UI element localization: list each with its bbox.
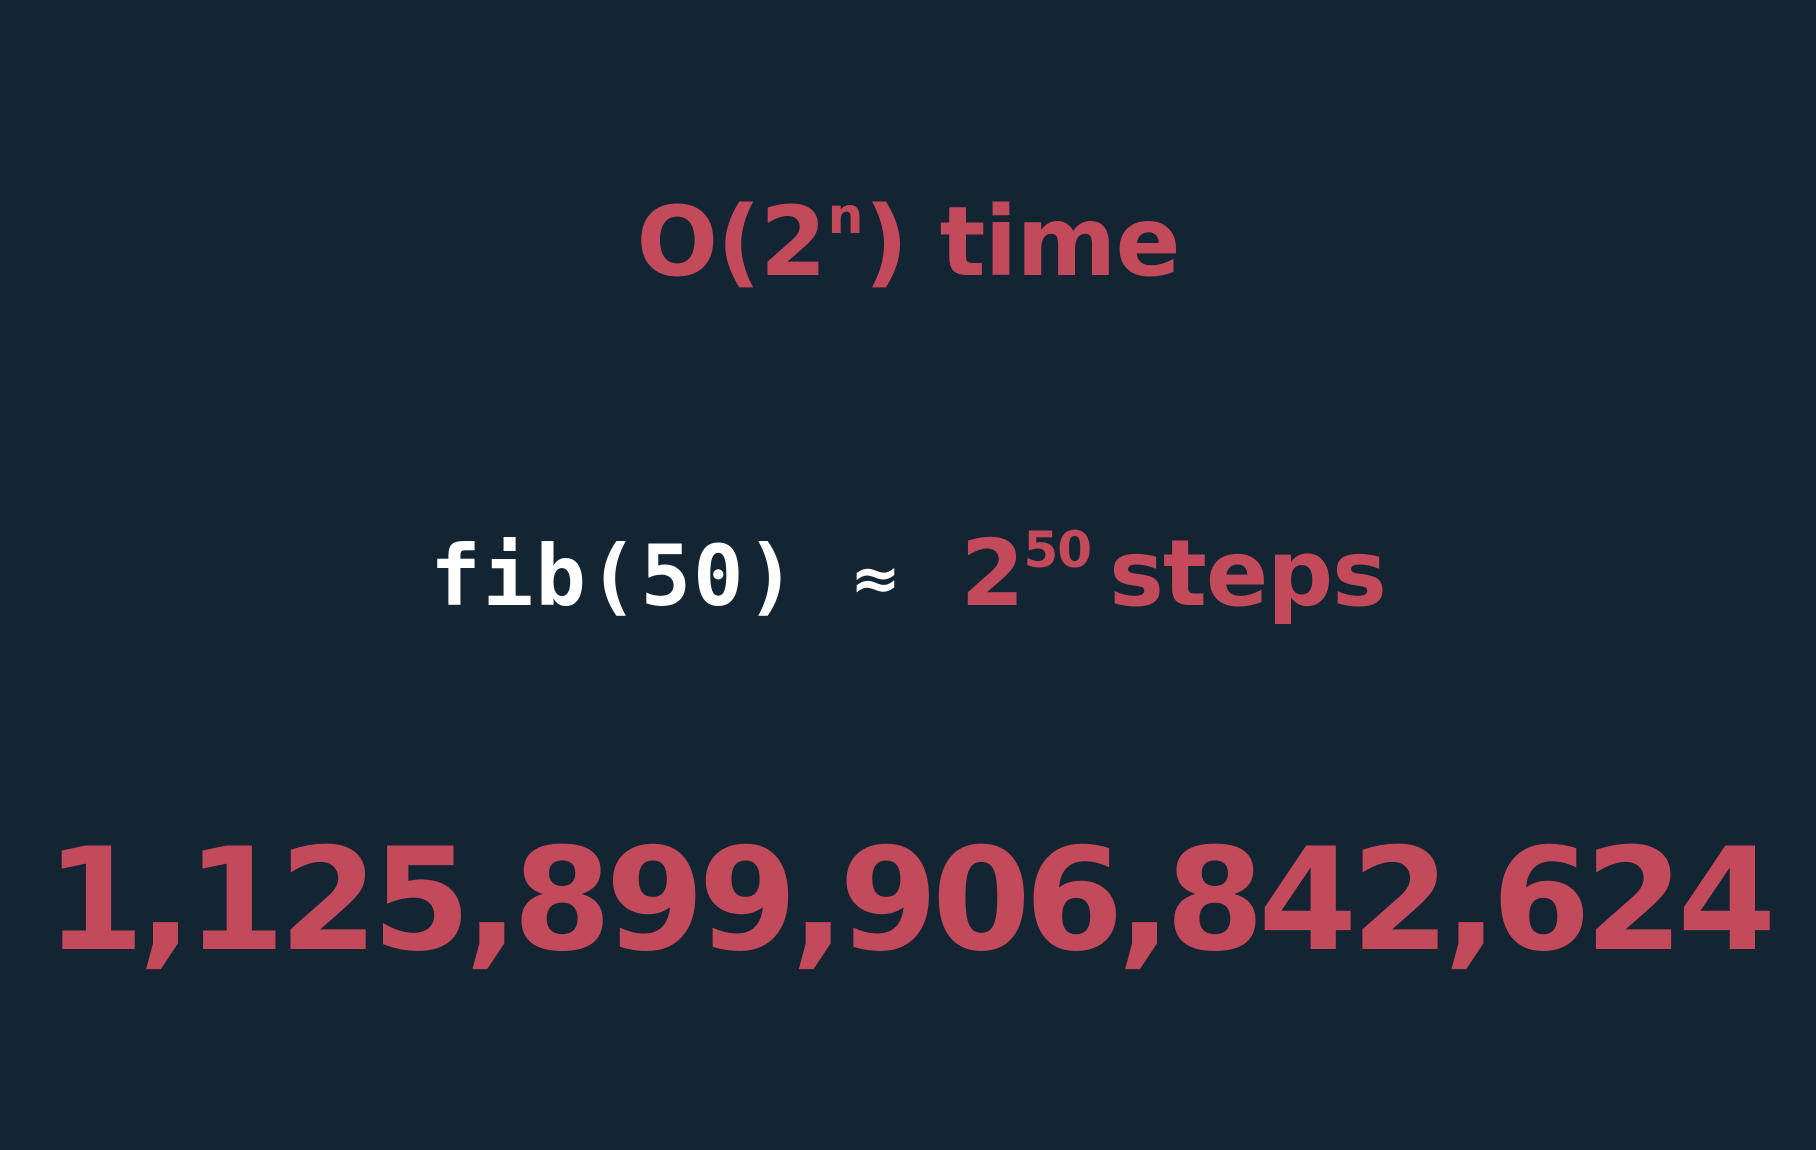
steps-expression: 250 steps xyxy=(960,520,1387,627)
time-complexity-heading: O(2n) time xyxy=(0,186,1816,298)
approx-symbol: ≈ xyxy=(850,544,901,614)
fib-call-code: fib(50) xyxy=(430,527,799,625)
complexity-prefix: O(2 xyxy=(636,186,826,298)
complexity-exponent: n xyxy=(827,187,864,245)
steps-base: 2 xyxy=(960,520,1024,627)
complexity-suffix: ) time xyxy=(864,186,1180,298)
slide: O(2n) time fib(50) ≈250 steps 1,125,899,90… xyxy=(0,0,1816,1150)
steps-exponent: 50 xyxy=(1023,521,1092,579)
steps-unit: steps xyxy=(1109,520,1387,627)
fib-equation: fib(50) ≈250 steps xyxy=(0,520,1816,627)
step-count-value: 1,125,899,906,842,624 xyxy=(45,818,1777,983)
